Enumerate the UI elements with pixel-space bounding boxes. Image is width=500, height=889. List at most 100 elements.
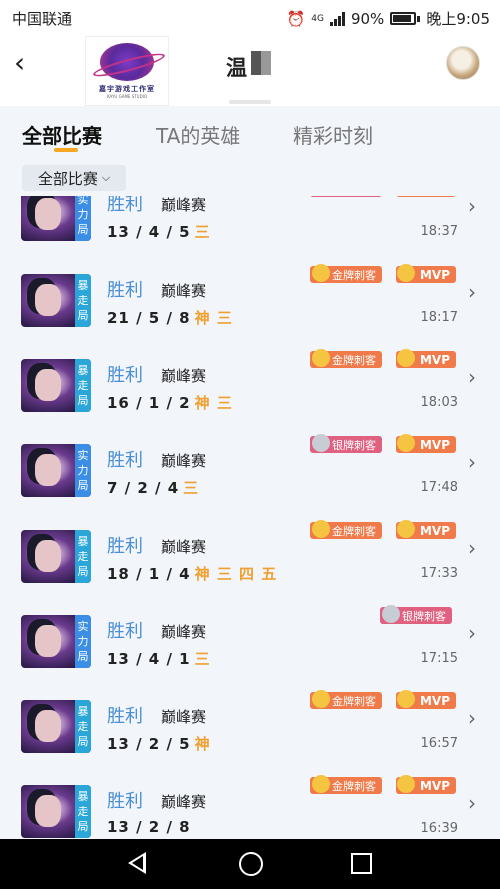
tab-highlights[interactable]: 精彩时刻 xyxy=(293,120,373,149)
match-type-tag: 暴走局 xyxy=(75,359,91,412)
chevron-right-icon: › xyxy=(468,706,476,730)
avatar[interactable] xyxy=(446,46,480,80)
match-result: 胜利 xyxy=(107,450,143,471)
chevron-right-icon: › xyxy=(468,791,476,815)
nav-recents-icon[interactable] xyxy=(351,853,372,874)
role-badge: 银牌刺客 xyxy=(380,605,452,624)
medal-text: 三 xyxy=(183,479,200,497)
match-mode: 巅峰赛 xyxy=(161,793,207,811)
hero-portrait: 暴走局 xyxy=(21,785,91,838)
match-mode: 巅峰赛 xyxy=(161,367,207,385)
match-type-tag: 实力局 xyxy=(75,444,91,497)
tab-bar: 全部比赛 TA的英雄 精彩时刻 xyxy=(0,106,500,161)
hero-portrait: 暴走局 xyxy=(21,359,91,412)
match-type-tag: 实力局 xyxy=(75,196,91,241)
hero-portrait: 暴走局 xyxy=(21,530,91,583)
battery-percent: 90% xyxy=(350,9,385,28)
medal-text: 神 三 四 五 xyxy=(194,565,278,583)
nav-home-icon[interactable] xyxy=(239,852,263,876)
system-nav-bar xyxy=(0,839,500,889)
mvp-badge: MVP xyxy=(396,520,456,539)
match-type-tag: 实力局 xyxy=(75,615,91,668)
medal-text: 神 三 xyxy=(194,394,233,412)
battery-icon xyxy=(390,12,417,25)
chevron-right-icon: › xyxy=(468,365,476,389)
mvp-badge: MVP xyxy=(396,349,456,368)
chevron-right-icon: › xyxy=(468,621,476,645)
match-result: 胜利 xyxy=(107,706,143,727)
status-icons: ⏰ 4G 90% 晚上9:05 xyxy=(287,8,490,29)
kda-text: 13 / 2 / 5神 xyxy=(107,735,211,753)
match-mode: 巅峰赛 xyxy=(161,452,207,470)
mvp-badge: MVP xyxy=(396,264,456,283)
studio-logo: 嘉宇游戏工作室 KAYU GAME STUDIO xyxy=(85,36,169,106)
kda-text: 18 / 1 / 4神 三 四 五 xyxy=(107,565,278,583)
match-row[interactable]: 实力局胜利 巅峰赛 7 / 2 / 4 三 银牌刺客 MVP 17:48 › xyxy=(0,426,500,511)
match-mode: 巅峰赛 xyxy=(161,282,207,300)
kda-text: 7 / 2 / 4三 xyxy=(107,479,200,497)
chevron-down-icon: ⌵ xyxy=(101,171,111,184)
medal-text: 三 xyxy=(194,650,211,668)
medal-text: 三 xyxy=(194,223,211,241)
match-mode: 巅峰赛 xyxy=(161,708,207,726)
match-mode: 巅峰赛 xyxy=(161,623,207,641)
kda-text: 13 / 2 / 8 xyxy=(107,818,191,836)
redacted-name xyxy=(251,51,271,75)
match-result: 胜利 xyxy=(107,791,143,812)
match-row[interactable]: 暴走局胜利 巅峰赛 16 / 1 / 2神 三 金牌刺客 MVP 18:03 › xyxy=(0,341,500,426)
tab-indicator xyxy=(54,148,78,152)
match-time: 18:37 xyxy=(420,224,458,239)
hero-portrait: 实力局 xyxy=(21,615,91,668)
match-result: 胜利 xyxy=(107,365,143,386)
match-result: 胜利 xyxy=(107,196,143,215)
app-header: ‹ 嘉宇游戏工作室 KAYU GAME STUDIO 温 xyxy=(0,36,500,106)
tab-all-matches[interactable]: 全部比赛 xyxy=(22,120,102,149)
match-time: 17:33 xyxy=(420,566,458,581)
medal-text: 神 三 xyxy=(194,309,233,327)
match-time: 16:57 xyxy=(420,736,458,751)
match-type-tag: 暴走局 xyxy=(75,274,91,327)
mvp-badge: MVP xyxy=(396,690,456,709)
match-row[interactable]: 暴走局胜利 巅峰赛 13 / 2 / 8 金牌刺客 MVP 16:39 › xyxy=(0,767,500,839)
hero-portrait: 暴走局 xyxy=(21,274,91,327)
back-button[interactable]: ‹ xyxy=(14,48,44,78)
match-time: 18:17 xyxy=(420,310,458,325)
match-row[interactable]: 实力局胜利巅峰赛 13 / 4 / 5三 银牌刺客 MVP 18:37 › xyxy=(0,196,500,255)
role-badge: 银牌刺客 xyxy=(310,434,382,453)
status-bar: 中国联通 ⏰ 4G 90% 晚上9:05 xyxy=(0,0,500,36)
kda-text: 16 / 1 / 2神 三 xyxy=(107,394,233,412)
alarm-icon: ⏰ xyxy=(286,9,306,28)
match-time: 17:15 xyxy=(420,651,458,666)
network-label: 4G xyxy=(311,13,324,24)
chevron-right-icon: › xyxy=(468,536,476,560)
match-row[interactable]: 暴走局胜利 巅峰赛 21 / 5 / 8神 三 金牌刺客 MVP 18:17 › xyxy=(0,256,500,341)
chevron-right-icon: › xyxy=(468,450,476,474)
match-time: 18:03 xyxy=(420,395,458,410)
match-type-tag: 暴走局 xyxy=(75,785,91,838)
chevron-right-icon: › xyxy=(468,280,476,304)
drag-handle[interactable] xyxy=(229,100,271,104)
match-filter-dropdown[interactable]: 全部比赛 ⌵ xyxy=(22,165,126,191)
match-row[interactable]: 实力局胜利 巅峰赛 13 / 4 / 1 三 银牌刺客 17:15 › xyxy=(0,597,500,682)
match-time: 16:39 xyxy=(420,821,458,836)
match-row[interactable]: 暴走局胜利 巅峰赛 18 / 1 / 4神 三 四 五 金牌刺客 MVP 17:33 › xyxy=(0,512,500,597)
match-row[interactable]: 暴走局胜利 巅峰赛 13 / 2 / 5 神 金牌刺客 MVP 16:57 › xyxy=(0,682,500,767)
match-result: 胜利 xyxy=(107,621,143,642)
kda-text: 13 / 4 / 5三 xyxy=(107,223,211,241)
kda-text: 13 / 4 / 1三 xyxy=(107,650,211,668)
tab-heroes[interactable]: TA的英雄 xyxy=(156,120,240,149)
kda-text: 21 / 5 / 8神 三 xyxy=(107,309,233,327)
mvp-badge: MVP xyxy=(396,434,456,453)
match-mode: 巅峰赛 xyxy=(161,196,207,214)
logo-subtext: KAYU GAME STUDIO xyxy=(106,94,148,99)
mvp-badge: MVP xyxy=(396,196,456,197)
match-list: 实力局胜利巅峰赛13 / 4 / 5三银牌刺客MVP18:37›暴走局胜利巅峰赛… xyxy=(0,196,500,839)
mvp-badge: MVP xyxy=(396,775,456,794)
role-badge: 金牌刺客 xyxy=(310,349,382,368)
match-type-tag: 暴走局 xyxy=(75,530,91,583)
role-badge: 金牌刺客 xyxy=(310,775,382,794)
chevron-right-icon: › xyxy=(468,196,476,218)
role-badge: 银牌刺客 xyxy=(310,196,382,197)
match-result: 胜利 xyxy=(107,280,143,301)
filter-label: 全部比赛 xyxy=(37,169,98,188)
